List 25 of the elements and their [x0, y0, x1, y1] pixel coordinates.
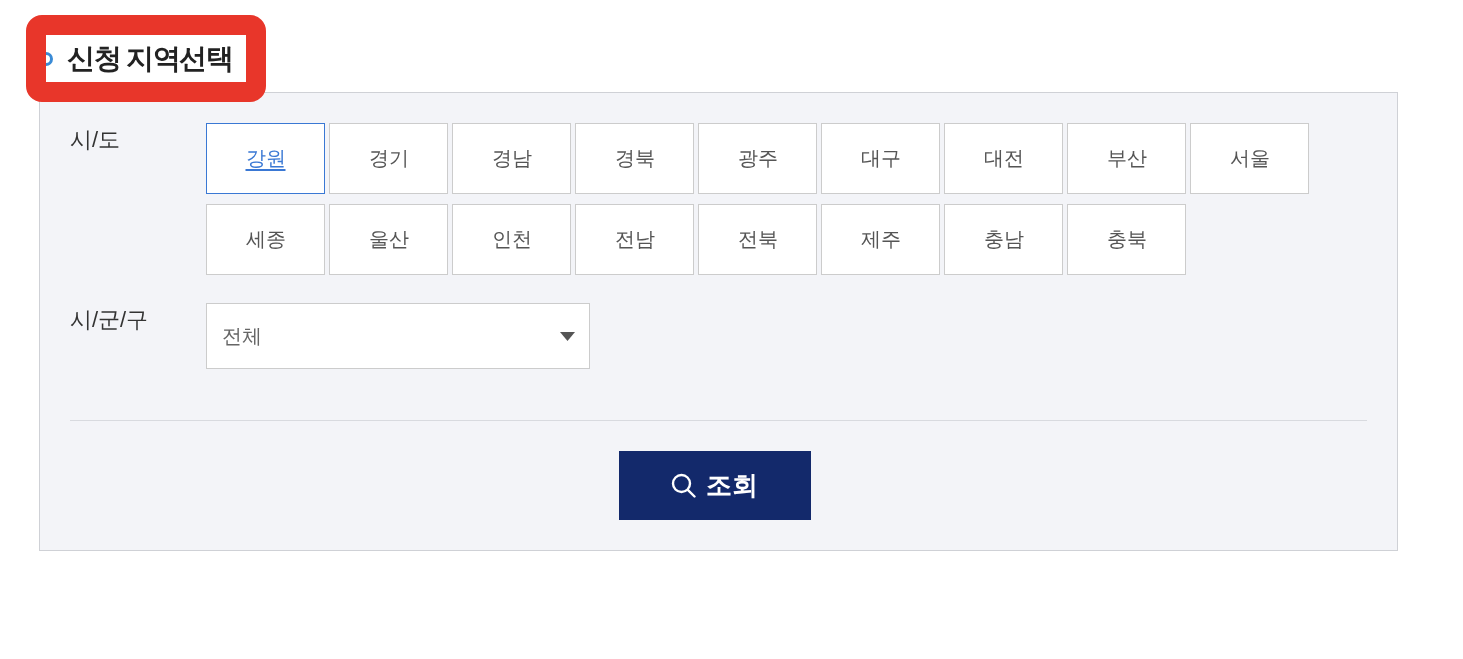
- region-button[interactable]: 세종: [206, 204, 325, 275]
- region-button[interactable]: 부산: [1067, 123, 1186, 194]
- search-button[interactable]: 조회: [618, 451, 811, 520]
- district-label: 시/군/구: [70, 306, 150, 334]
- region-button[interactable]: 충북: [1067, 204, 1186, 275]
- region-button[interactable]: 전남: [575, 204, 694, 275]
- region-button[interactable]: 전북: [698, 204, 817, 275]
- region-button[interactable]: 경기: [329, 123, 448, 194]
- region-button[interactable]: 제주: [821, 204, 940, 275]
- region-button[interactable]: 대구: [821, 123, 940, 194]
- province-label: 시/도: [70, 126, 122, 154]
- region-button[interactable]: 광주: [698, 123, 817, 194]
- region-button[interactable]: 대전: [944, 123, 1063, 194]
- caret-icon: [560, 331, 575, 341]
- section-title: 신청 지역선택: [67, 44, 233, 73]
- region-button[interactable]: 경남: [452, 123, 571, 194]
- region-button[interactable]: 서울: [1190, 123, 1309, 194]
- district-select[interactable]: 전체: [206, 303, 590, 369]
- region-button[interactable]: 강원: [206, 123, 325, 194]
- region-button[interactable]: 경북: [575, 123, 694, 194]
- search-icon: [671, 473, 696, 498]
- region-button[interactable]: 인천: [452, 204, 571, 275]
- region-button[interactable]: 충남: [944, 204, 1063, 275]
- region-button[interactable]: 울산: [329, 204, 448, 275]
- ring-icon: [46, 51, 53, 66]
